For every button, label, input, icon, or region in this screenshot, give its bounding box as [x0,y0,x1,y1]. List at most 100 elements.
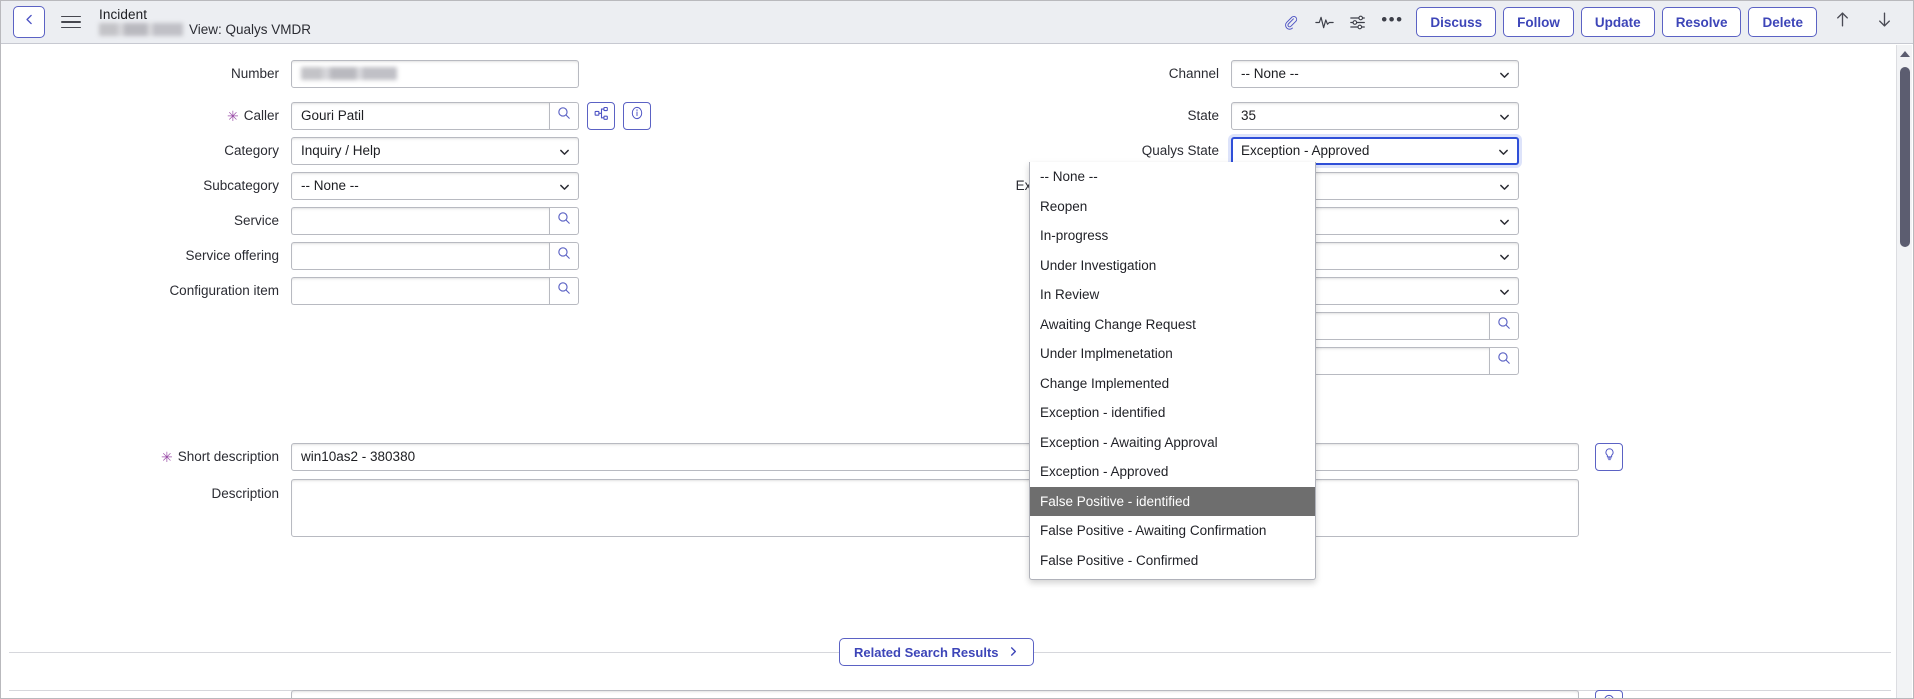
dropdown-option[interactable]: -- None -- [1030,162,1315,192]
description-textarea[interactable] [291,479,1579,537]
chevron-down-icon [1499,215,1510,226]
service-lookup-button[interactable] [549,207,579,235]
chevron-down-icon [559,180,570,191]
label-short-description: ✳ Short description [1,449,291,464]
dropdown-option[interactable]: In-progress [1030,221,1315,251]
field-row-short-description: ✳ Short description win10as2 - 380380 [1,439,1898,474]
qualys-state-select[interactable]: Exception - Approved [1231,137,1519,165]
chevron-right-icon [1008,645,1019,660]
search-icon [1497,351,1511,370]
dropdown-option-selected[interactable]: False Positive - identified [1030,487,1315,517]
chevron-down-icon [1499,180,1510,191]
caller-input[interactable]: Gouri Patil [291,102,549,130]
category-field-control: Inquiry / Help [291,137,579,165]
page-title: Incident [99,7,311,22]
subcategory-select[interactable]: -- None -- [291,172,579,200]
qualys-detection-input[interactable]: HDETCT0006187 [291,690,1579,699]
state-field-control: 35 [1231,102,1519,130]
field-row-subcategory: Subcategory -- None -- [1,168,941,203]
qualys-state-dropdown-list[interactable]: -- None -- Reopen In-progress Under Inve… [1029,162,1316,580]
short-description-control: win10as2 - 380380 [291,443,1623,471]
qualys-state-select-value: Exception - Approved [1241,143,1369,158]
label-state: State [941,108,1231,123]
label-category: Category [1,143,291,158]
required-marker-icon: ✳ [227,109,239,123]
info-icon [629,105,645,126]
discuss-button[interactable]: Discuss [1416,7,1496,37]
field-row-state: State 35 [941,98,1801,133]
next-record-button[interactable] [1867,7,1901,37]
back-button[interactable] [13,6,45,38]
field-row-description: Description [1,479,1898,545]
short-description-suggestion-button[interactable] [1595,443,1623,471]
previous-record-button[interactable] [1825,7,1859,37]
chevron-down-icon [559,145,570,156]
label-configuration-item: Configuration item [1,283,291,298]
incident-form-window: Incident View: Qualys VMDR [0,0,1914,699]
state-select[interactable]: 35 [1231,102,1519,130]
org-chart-icon [594,106,609,126]
dropdown-option[interactable]: False Positive - Confirmed [1030,546,1315,576]
description-control [291,479,1579,537]
caller-org-chart-button[interactable] [587,102,615,130]
field-row-qualys-detection: Qualys Detection HDETCT0006187 [1,686,1623,699]
service-offering-field-control [291,242,579,270]
update-button[interactable]: Update [1581,7,1655,37]
related-search-results-button[interactable]: Related Search Results [839,638,1034,666]
assignment-group-lookup-button[interactable] [1489,312,1519,340]
caller-lookup-button[interactable] [549,102,579,130]
number-field-control [291,60,579,88]
delete-button[interactable]: Delete [1748,7,1817,37]
dropdown-option[interactable]: Under Implmenetation [1030,339,1315,369]
field-row-service: Service [1,203,941,238]
label-caller: ✳ Caller [1,108,291,123]
label-description: Description [1,479,291,507]
search-icon [557,211,571,230]
up-arrow-icon [1835,11,1850,33]
field-row-service-offering: Service offering [1,238,941,273]
number-input[interactable] [291,60,579,88]
search-icon [557,281,571,300]
service-offering-input[interactable] [291,242,549,270]
chevron-down-icon [1499,250,1510,261]
chevron-left-icon [23,13,36,31]
view-label: View: Qualys VMDR [189,22,311,37]
dropdown-option[interactable]: Exception - Approved [1030,457,1315,487]
label-caller-text: Caller [244,108,279,123]
qualys-detection-info-button[interactable] [1595,690,1623,699]
channel-select[interactable]: -- None -- [1231,60,1519,88]
record-title-block: Incident View: Qualys VMDR [99,7,311,37]
dropdown-option[interactable]: Exception - identified [1030,398,1315,428]
dropdown-option[interactable]: In Review [1030,280,1315,310]
state-select-value: 35 [1241,108,1256,123]
personalize-form-icon[interactable] [1341,7,1375,37]
more-options-icon[interactable]: ••• [1375,7,1409,37]
field-row-caller: ✳ Caller Gouri Patil [1,98,941,133]
dropdown-option[interactable]: Awaiting Change Request [1030,310,1315,340]
attachment-icon[interactable] [1273,7,1307,37]
hamburger-menu-icon[interactable] [61,13,81,31]
field-row-number: Number [1,56,941,91]
short-description-input[interactable]: win10as2 - 380380 [291,443,1579,471]
dropdown-option[interactable]: Under Investigation [1030,251,1315,281]
vertical-scrollbar[interactable] [1896,45,1912,698]
dropdown-option[interactable]: Exception - Awaiting Approval [1030,428,1315,458]
activity-icon[interactable] [1307,7,1341,37]
assigned-to-lookup-button[interactable] [1489,347,1519,375]
configuration-item-lookup-button[interactable] [549,277,579,305]
subcategory-select-value: -- None -- [301,178,359,193]
scrollbar-thumb[interactable] [1900,67,1910,247]
category-select[interactable]: Inquiry / Help [291,137,579,165]
chevron-down-icon [1499,68,1510,79]
service-input[interactable] [291,207,549,235]
dropdown-option[interactable]: Change Implemented [1030,369,1315,399]
follow-button[interactable]: Follow [1503,7,1574,37]
caller-info-button[interactable] [623,102,651,130]
resolve-button[interactable]: Resolve [1662,7,1742,37]
dropdown-option[interactable]: Reopen [1030,192,1315,222]
subcategory-field-control: -- None -- [291,172,579,200]
scroll-up-arrow-icon[interactable] [1900,51,1910,57]
service-offering-lookup-button[interactable] [549,242,579,270]
configuration-item-input[interactable] [291,277,549,305]
dropdown-option[interactable]: False Positive - Awaiting Confirmation [1030,516,1315,546]
